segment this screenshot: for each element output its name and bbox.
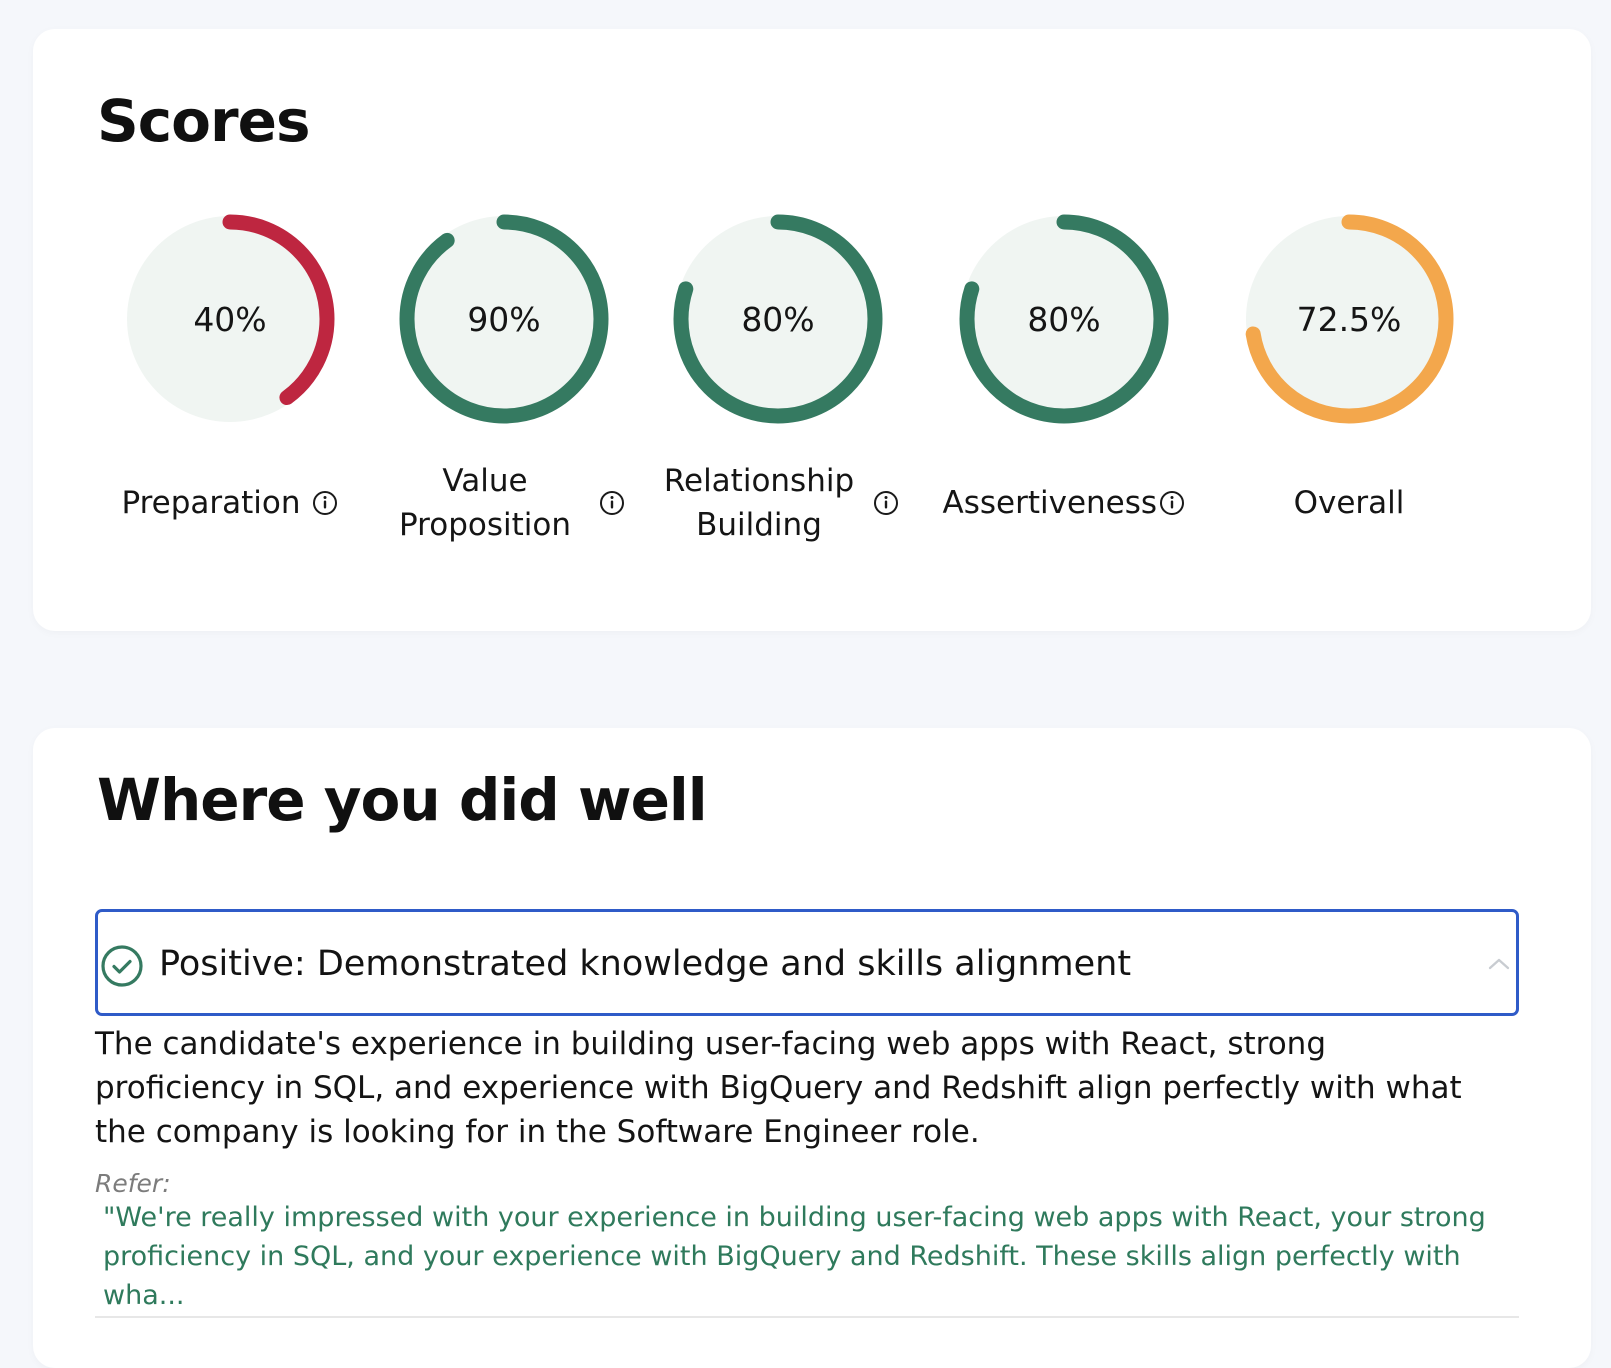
chevron-up-icon[interactable] [1485, 950, 1513, 978]
section-title: Where you did well [97, 766, 708, 834]
score-value: 80% [741, 299, 815, 339]
info-icon[interactable] [872, 489, 900, 517]
score-label: Value Proposition [364, 453, 644, 553]
score-value: 80% [1027, 299, 1101, 339]
score-value: 72.5% [1296, 299, 1402, 339]
insight-accordion-header[interactable]: Positive: Demonstrated knowledge and ski… [95, 909, 1519, 1016]
score-value: 90% [467, 299, 541, 339]
insight-title: Positive: Demonstrated knowledge and ski… [159, 944, 1132, 984]
refer-quote: "We're really impressed with your experi… [103, 1202, 1486, 1311]
score-label: Relationship Building [638, 453, 918, 553]
info-icon[interactable] [598, 489, 626, 517]
score-value-proposition: 90% Value Proposition [364, 209, 644, 569]
score-label: Overall [1293, 484, 1405, 521]
score-label: Preparation [90, 453, 370, 553]
refer-label: Refer: [95, 1169, 171, 1198]
where-you-did-well-card: Where you did well Positive: Demonstrate… [33, 728, 1591, 1368]
scores-card: Scores 40% Preparation 90% Value Proposi… [33, 29, 1591, 631]
check-circle-icon [99, 943, 145, 989]
info-icon[interactable] [1158, 489, 1186, 517]
scores-title: Scores [97, 87, 310, 155]
score-label: Assertiveness [924, 453, 1204, 553]
score-relationship-building: 80% Relationship Building [638, 209, 918, 569]
score-value: 40% [193, 299, 267, 339]
score-assertiveness: 80% Assertiveness [924, 209, 1204, 569]
insight-description: The candidate's experience in building u… [95, 1026, 1462, 1150]
score-preparation: 40% Preparation [90, 209, 370, 569]
info-icon[interactable] [311, 489, 339, 517]
score-overall: 72.5% Overall [1209, 209, 1489, 569]
